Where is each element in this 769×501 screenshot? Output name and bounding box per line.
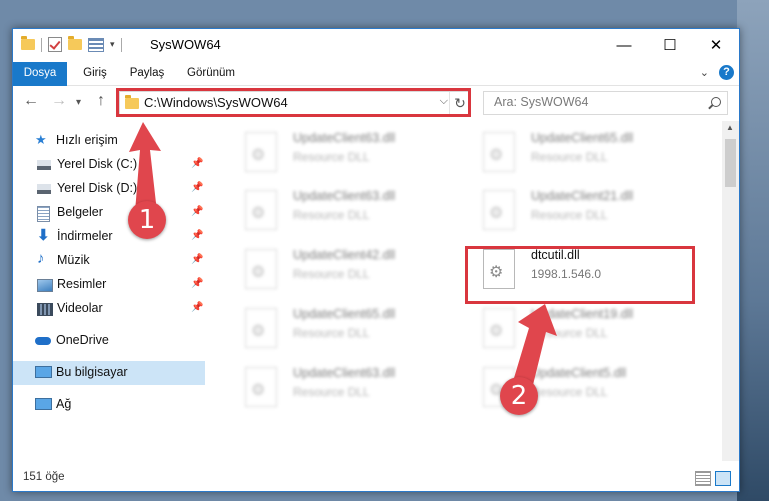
step-marker-2: 2 [500, 377, 538, 415]
annotation-arrows [129, 122, 557, 393]
step-marker-1: 1 [128, 201, 166, 239]
arrow-1 [129, 122, 161, 212]
